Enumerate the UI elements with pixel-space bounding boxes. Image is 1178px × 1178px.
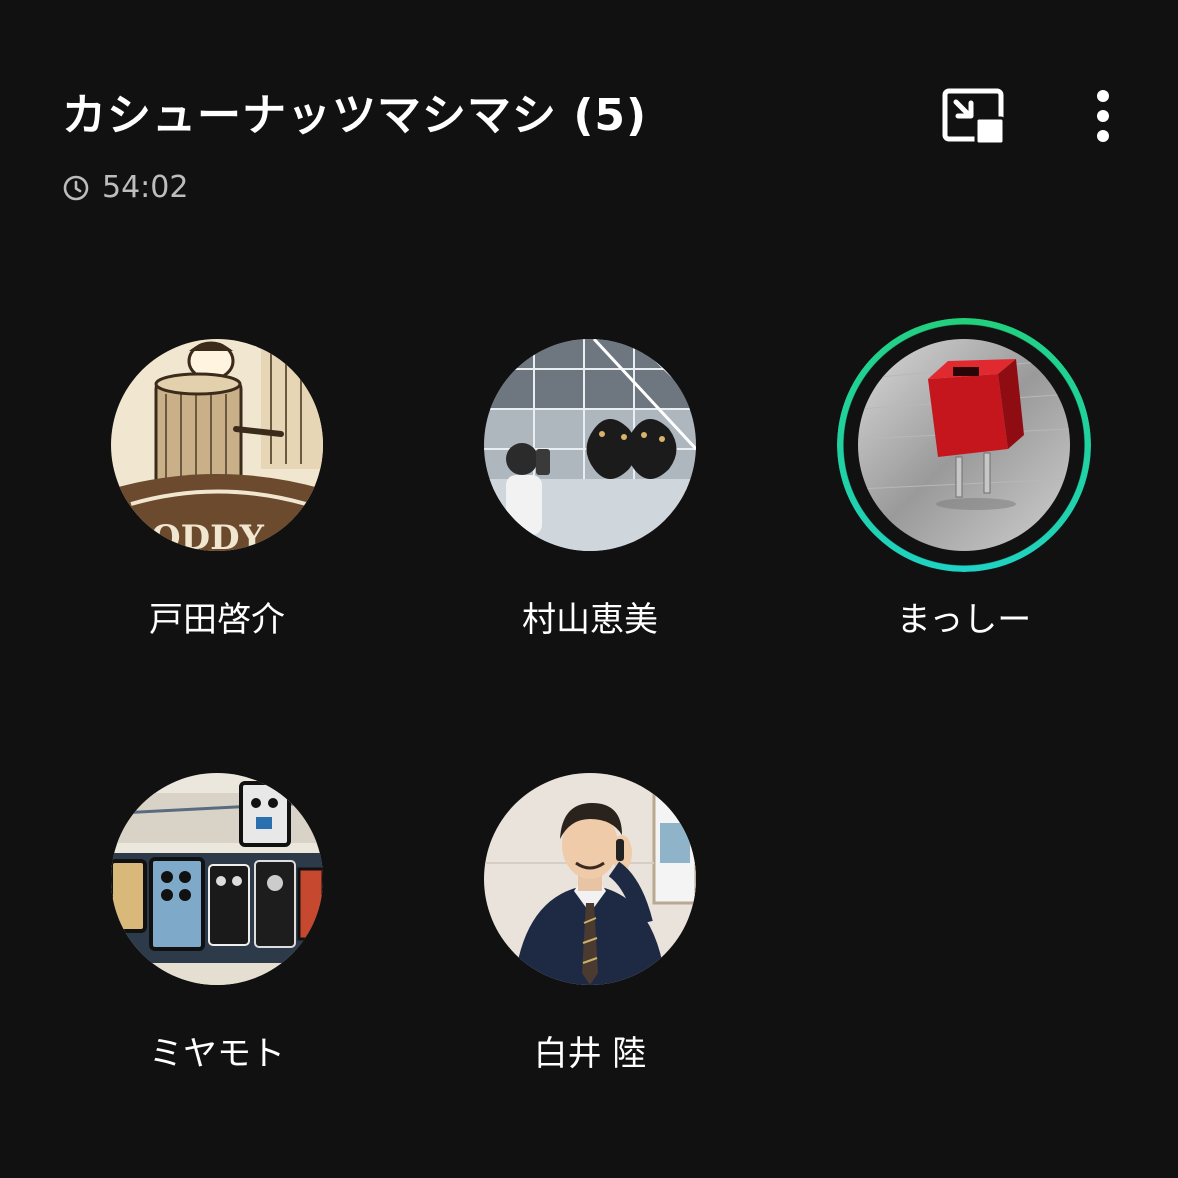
- more-options-button[interactable]: [1080, 86, 1126, 148]
- avatar-container: [90, 752, 344, 1006]
- picture-in-picture-button[interactable]: [940, 86, 1008, 148]
- avatar-container: [837, 318, 1091, 572]
- participant-tile[interactable]: 白井 陸: [440, 752, 740, 1076]
- group-call-screen: カシューナッツマシマシ (5) 54:02 ODDY 戸田啓介 村山恵美 まっし…: [0, 0, 1178, 1178]
- participant-tile[interactable]: 村山恵美: [440, 318, 740, 642]
- avatar-container: [463, 318, 717, 572]
- svg-text:ODDY: ODDY: [151, 518, 265, 551]
- participant-name: 村山恵美: [522, 600, 658, 640]
- participant-name: 白井 陸: [533, 1034, 647, 1074]
- red-usb-charger-avatar: [858, 339, 1070, 551]
- more-vertical-icon: [1097, 90, 1109, 142]
- participant-tile[interactable]: ODDY 戸田啓介: [67, 318, 367, 642]
- man-in-suit-on-phone-avatar: [484, 773, 696, 985]
- picture-in-picture-icon: [942, 88, 1006, 146]
- vintage-illustration-avatar: ODDY: [111, 339, 323, 551]
- participant-tile[interactable]: ミヤモト: [67, 752, 367, 1076]
- mirror-selfie-avatar: [484, 339, 696, 551]
- call-duration: 54:02: [62, 168, 188, 208]
- effect-pedals-drawing-avatar: [111, 773, 323, 985]
- avatar-container: [463, 752, 717, 1006]
- participant-tile[interactable]: まっしー: [814, 318, 1114, 642]
- participant-name: 戸田啓介: [149, 600, 285, 640]
- call-title: カシューナッツマシマシ (5): [62, 90, 648, 141]
- clock-icon: [62, 174, 90, 202]
- avatar-container: ODDY: [90, 318, 344, 572]
- participant-name: ミヤモト: [149, 1034, 285, 1074]
- call-duration-text: 54:02: [102, 170, 189, 205]
- participant-name: まっしー: [896, 600, 1032, 640]
